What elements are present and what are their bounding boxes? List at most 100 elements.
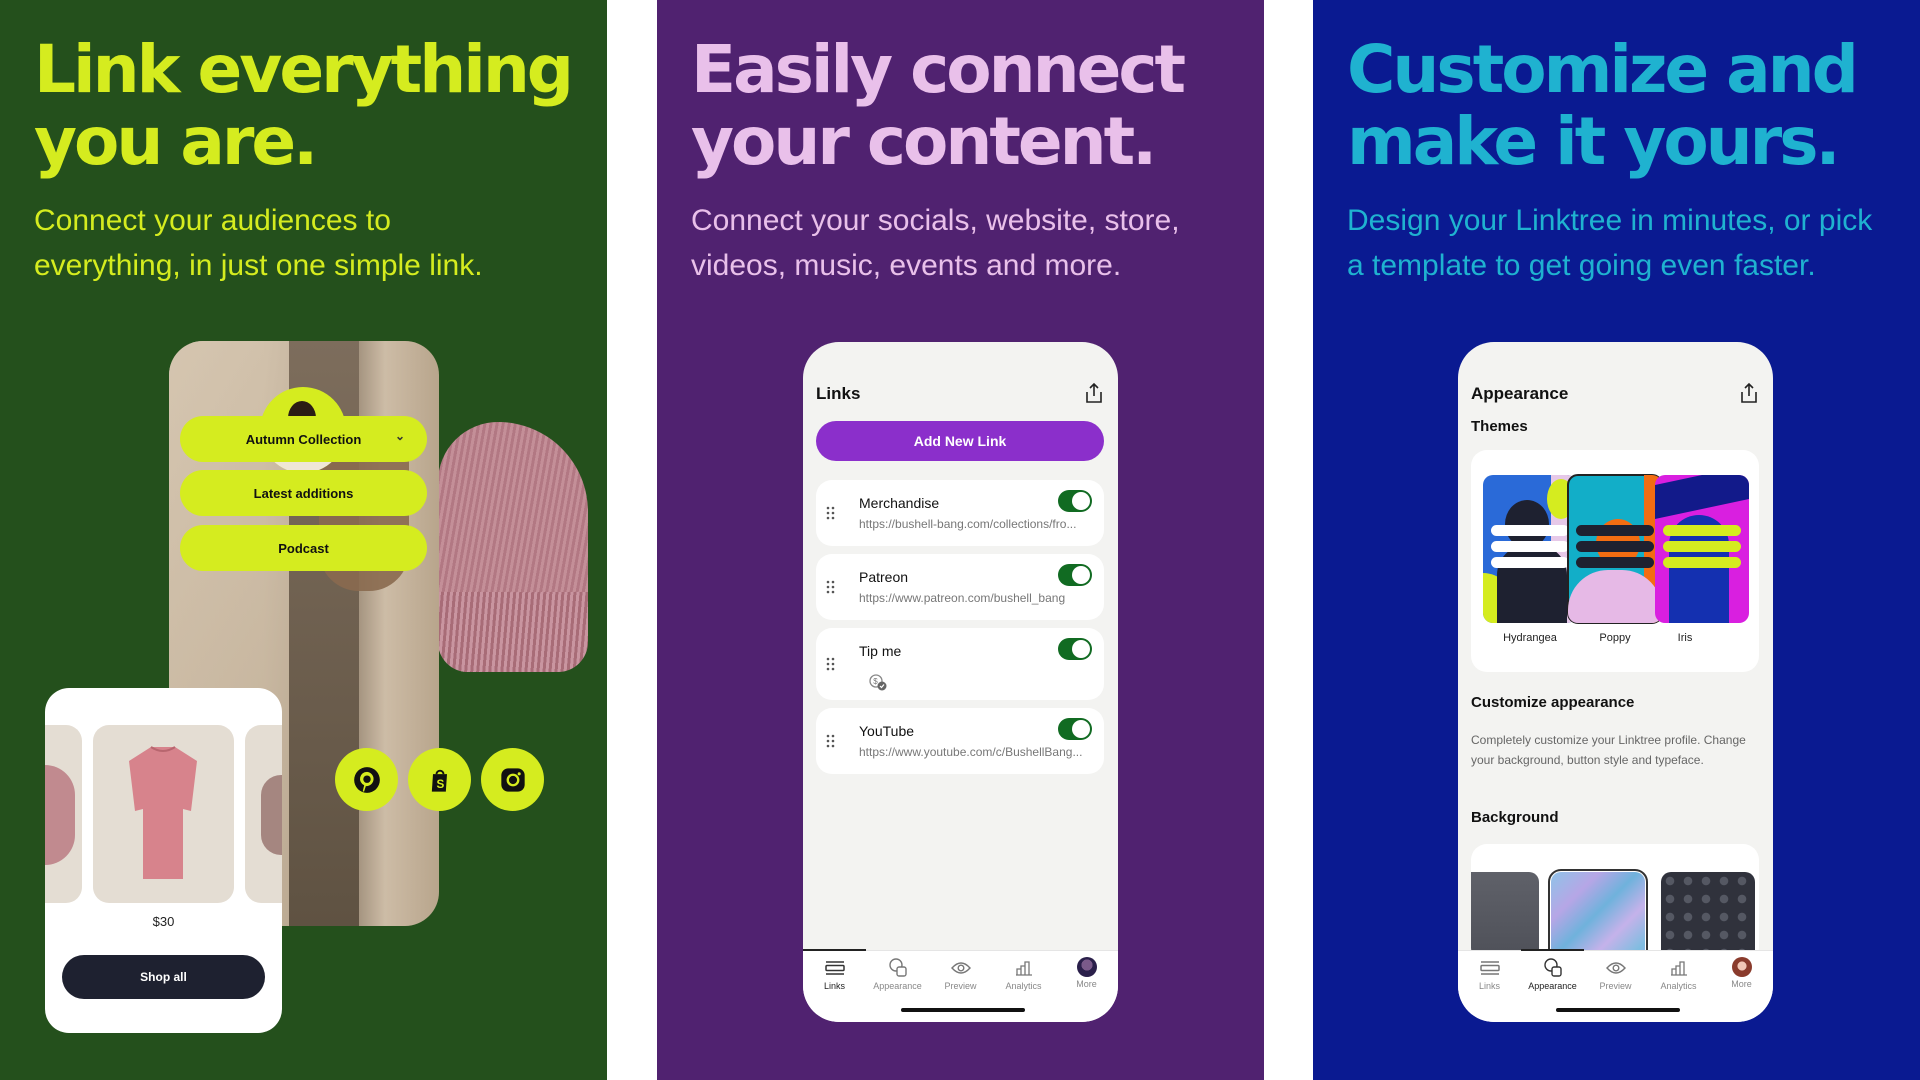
analytics-icon [1015, 961, 1032, 976]
link-item-tip-me[interactable]: Tip me $ [816, 628, 1104, 700]
link-label: Autumn Collection [245, 431, 362, 447]
tab-label: Analytics [1005, 981, 1042, 991]
headline: Easily connect your content. [691, 31, 1186, 180]
shopify-icon: S [431, 769, 447, 792]
theme-hydrangea[interactable] [1483, 475, 1577, 623]
profile-link-podcast[interactable]: Podcast [180, 525, 427, 571]
tab-analytics[interactable]: Analytics [1647, 957, 1710, 991]
shop-all-button[interactable]: Shop all [62, 955, 265, 999]
tab-label: Appearance [1528, 981, 1577, 991]
headline: Link everything you are. [34, 31, 574, 180]
chevron-down-icon: ⌄ [394, 429, 405, 443]
pinterest-button[interactable] [335, 748, 398, 811]
customize-heading: Customize appearance [1471, 694, 1635, 711]
link-url: https://bushell-bang.com/collections/fro… [859, 517, 1077, 531]
tab-label: Analytics [1660, 981, 1697, 991]
link-name: Patreon [859, 569, 909, 585]
shopify-button[interactable]: S [408, 748, 471, 811]
tab-preview[interactable]: Preview [1584, 957, 1647, 991]
tshirt-image [129, 746, 197, 879]
tip-dollar-icon: $ [869, 674, 887, 691]
home-indicator [1556, 1008, 1680, 1012]
tab-label: Preview [944, 981, 977, 991]
avatar [1731, 957, 1752, 977]
links-icon [1479, 961, 1500, 975]
share-icon[interactable] [1739, 382, 1759, 404]
link-name: YouTube [859, 723, 915, 739]
tab-label: Links [1478, 981, 1500, 991]
instagram-icon [500, 767, 525, 792]
avatar [1076, 957, 1097, 977]
active-tab-indicator [1521, 949, 1584, 951]
background-heading: Background [1471, 809, 1559, 826]
themes-carousel: Hydrangea Poppy Iris [1471, 450, 1759, 672]
tab-label: More [1731, 979, 1752, 989]
tab-analytics[interactable]: Analytics [992, 957, 1055, 991]
bottom-tab-bar: Links Appearance Preview Analytics More [803, 949, 1118, 1022]
share-icon[interactable] [1084, 382, 1104, 404]
panel-connect-content: Easily connect your content. Connect you… [657, 0, 1264, 1080]
theme-poppy[interactable] [1567, 474, 1663, 624]
panel-link-everything: Link everything you are. Connect your au… [0, 0, 607, 1080]
theme-iris[interactable] [1655, 475, 1749, 623]
background-options [1471, 844, 1759, 964]
link-enabled-toggle[interactable] [1058, 718, 1092, 740]
link-item-merchandise[interactable]: Merchandise https://bushell-bang.com/col… [816, 480, 1104, 546]
tab-links[interactable]: Links [803, 957, 866, 991]
drag-handle-icon[interactable] [826, 734, 836, 748]
tab-appearance[interactable]: Appearance [1521, 957, 1584, 991]
pinterest-icon [353, 766, 380, 793]
subtitle: Connect your audiences to everything, in… [34, 204, 483, 282]
tab-preview[interactable]: Preview [929, 957, 992, 991]
links-screen-phone: Links Add New Link Merchandise https://b… [803, 342, 1118, 1022]
profile-link-autumn-collection[interactable]: Autumn Collection ⌄ [180, 416, 427, 462]
appearance-screen-phone: Appearance Themes Hydrangea Poppy Iris C… [1458, 342, 1773, 1022]
product-price: $30 [152, 914, 175, 929]
appearance-icon [888, 958, 907, 977]
tab-label: Links [823, 981, 845, 991]
panel-customize: Customize and make it yours. Design your… [1313, 0, 1920, 1080]
screen-title: Links [816, 384, 861, 403]
themes-heading: Themes [1471, 418, 1528, 435]
product-thumbnail[interactable] [245, 725, 282, 903]
subtitle: Design your Linktree in minutes, or pick… [1347, 204, 1873, 282]
subtitle: Connect your socials, website, store, vi… [691, 204, 1180, 282]
links-icon [824, 961, 845, 975]
beanie-image [438, 422, 588, 672]
product-thumbnail[interactable] [93, 725, 234, 903]
home-indicator [901, 1008, 1025, 1012]
tab-label: More [1076, 979, 1097, 989]
tab-label: Appearance [873, 981, 922, 991]
link-url: https://www.youtube.com/c/BushellBang... [859, 745, 1083, 759]
link-enabled-toggle[interactable] [1058, 638, 1092, 660]
link-item-youtube[interactable]: YouTube https://www.youtube.com/c/Bushel… [816, 708, 1104, 774]
instagram-button[interactable] [481, 748, 544, 811]
drag-handle-icon[interactable] [826, 580, 836, 594]
customize-description: Completely customize your Linktree profi… [1471, 733, 1746, 767]
analytics-icon [1670, 961, 1687, 976]
tab-more[interactable]: More [1710, 957, 1773, 989]
drag-handle-icon[interactable] [826, 657, 836, 671]
product-thumbnail[interactable] [45, 725, 82, 903]
appearance-icon [1543, 958, 1562, 977]
link-enabled-toggle[interactable] [1058, 490, 1092, 512]
link-label: Latest additions [253, 485, 354, 501]
active-tab-indicator [803, 949, 866, 951]
drag-handle-icon[interactable] [826, 506, 836, 520]
svg-text:S: S [436, 778, 444, 791]
screen-title: Appearance [1471, 384, 1569, 403]
link-enabled-toggle[interactable] [1058, 564, 1092, 586]
link-url: https://www.patreon.com/bushell_bang [859, 591, 1066, 605]
link-name: Merchandise [859, 495, 940, 511]
link-label: Podcast [278, 540, 329, 556]
profile-link-latest-additions[interactable]: Latest additions [180, 470, 427, 516]
link-item-patreon[interactable]: Patreon https://www.patreon.com/bushell_… [816, 554, 1104, 620]
tab-appearance[interactable]: Appearance [866, 957, 929, 991]
tab-more[interactable]: More [1055, 957, 1118, 989]
tab-links[interactable]: Links [1458, 957, 1521, 991]
add-new-link-button[interactable]: Add New Link [816, 421, 1104, 461]
headline: Customize and make it yours. [1347, 31, 1859, 180]
eye-icon [1605, 962, 1626, 974]
eye-icon [950, 962, 971, 974]
link-name: Tip me [859, 643, 902, 659]
